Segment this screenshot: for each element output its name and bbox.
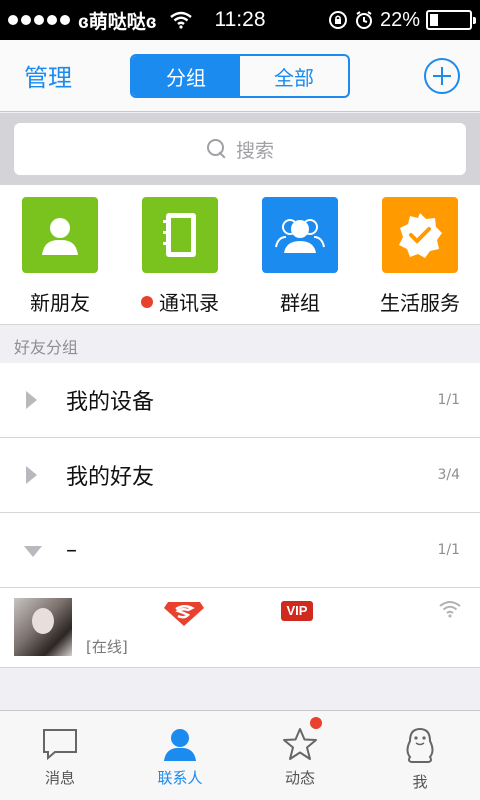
tab-messages[interactable]: 消息 [0,711,120,800]
chevron-right-icon [26,391,37,409]
segment-groups[interactable]: 分组 [132,56,240,96]
manage-button[interactable]: 管理 [24,58,72,93]
search-icon [206,138,228,160]
tab-me[interactable]: 我 [360,711,480,800]
add-icon[interactable] [424,58,460,94]
shortcut-label: 新朋友 [30,291,90,315]
search-bar: 搜索 [0,113,480,185]
search-placeholder: 搜索 [235,139,274,162]
segment-all[interactable]: 全部 [240,56,348,96]
group-count: 1/1 [437,392,460,408]
shortcut-label: 群组 [280,291,320,315]
star-icon [283,728,317,760]
battery-percent: 22% [379,8,420,31]
friend-status: [在线] [86,638,128,656]
tab-bar: 消息 联系人 动态 我 [0,710,480,800]
tab-label: 动态 [284,769,315,787]
signal-strength-icon [8,15,70,25]
address-book-icon [142,197,218,273]
tab-contacts[interactable]: 联系人 [120,711,240,800]
shortcut-life-service[interactable]: 生活服务 [360,185,480,324]
shortcut-address-book[interactable]: 通讯录 [120,185,240,324]
group-row[interactable]: 我的好友 3/4 [0,438,480,513]
notification-dot [141,295,153,308]
group-icon [262,197,338,273]
group-count: 3/4 [437,467,460,483]
shortcut-groups[interactable]: 群组 [240,185,360,324]
group-row[interactable]: 我的设备 1/1 [0,363,480,438]
wifi-icon [169,11,192,29]
contacts-icon [164,729,196,761]
status-bar: ɞ萌哒哒ɞ 11:28 22% [0,0,480,40]
rotation-lock-icon [328,11,347,29]
segmented-control: 分组 全部 [130,54,350,98]
shortcut-new-friend[interactable]: 新朋友 [0,185,120,324]
tab-label: 我 [412,773,428,791]
shortcut-label: 生活服务 [380,291,460,315]
section-header: 好友分组 [0,325,480,363]
vip-badge: VIP [281,601,313,621]
avatar[interactable] [14,598,72,656]
group-row[interactable]: – 1/1 [0,513,480,588]
service-icon [382,197,458,273]
tab-activity[interactable]: 动态 [240,711,360,800]
battery-icon [426,10,476,30]
group-list: 我的设备 1/1 我的好友 3/4 – 1/1 [0,363,480,588]
wifi-status-icon [439,601,461,618]
tab-label: 联系人 [157,769,203,787]
alarm-icon [355,11,372,29]
nav-bar: 管理 分组 全部 [0,40,480,112]
friend-row[interactable]: VIP [在线] [0,588,480,668]
search-input[interactable]: 搜索 [14,123,466,175]
penguin-icon [406,727,434,763]
notification-dot [310,717,322,729]
carrier-name: ɞ萌哒哒ɞ [78,11,157,33]
group-name: – [66,537,77,563]
superman-badge-icon [164,602,204,626]
group-count: 1/1 [437,542,460,558]
chevron-right-icon [26,466,37,484]
shortcut-grid: 新朋友 通讯录 群组 生活服务 [0,185,480,325]
group-name: 我的设备 [66,390,155,415]
group-name: 我的好友 [66,465,155,490]
tab-label: 消息 [44,769,75,787]
shortcut-label: 通讯录 [159,291,219,315]
message-icon [43,729,77,761]
new-friend-icon [22,197,98,273]
chevron-down-icon [24,546,42,557]
